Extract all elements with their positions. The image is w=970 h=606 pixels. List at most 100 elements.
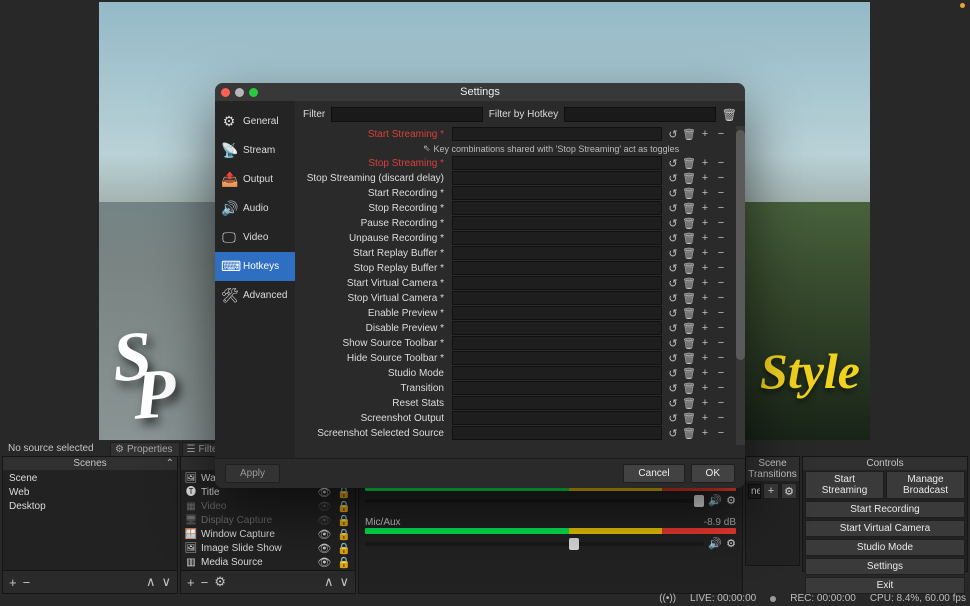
- trash-icon[interactable]: 🗑: [682, 351, 696, 365]
- category-advanced[interactable]: 🛠Advanced: [215, 281, 295, 310]
- start-recording-button[interactable]: Start Recording: [805, 501, 965, 518]
- trash-icon[interactable]: 🗑: [682, 396, 696, 410]
- visibility-icon[interactable]: 👁: [317, 542, 331, 556]
- remove-icon[interactable]: −: [714, 216, 728, 230]
- transition-select[interactable]: ne: [748, 484, 761, 499]
- add-icon[interactable]: +: [698, 291, 712, 305]
- add-icon[interactable]: +: [698, 411, 712, 425]
- remove-icon[interactable]: −: [23, 575, 31, 590]
- trash-icon[interactable]: 🗑: [682, 186, 696, 200]
- category-audio[interactable]: 🔊Audio: [215, 194, 295, 223]
- mute-icon[interactable]: 🔊: [708, 494, 722, 507]
- hotkey-input[interactable]: [452, 426, 662, 440]
- remove-icon[interactable]: −: [714, 291, 728, 305]
- hotkey-input[interactable]: [452, 261, 662, 275]
- add-icon[interactable]: +: [698, 426, 712, 440]
- slider-thumb[interactable]: [569, 538, 579, 550]
- settings-button[interactable]: Settings: [805, 558, 965, 575]
- category-hotkeys[interactable]: ⌨Hotkeys: [215, 252, 295, 281]
- gear-icon[interactable]: ⚙: [781, 483, 797, 499]
- add-icon[interactable]: +: [698, 216, 712, 230]
- remove-icon[interactable]: −: [714, 321, 728, 335]
- hotkey-input[interactable]: [452, 201, 662, 215]
- hotkey-input[interactable]: [452, 246, 662, 260]
- add-icon[interactable]: +: [187, 575, 195, 590]
- trash-icon[interactable]: 🗑: [682, 246, 696, 260]
- trash-icon[interactable]: 🗑: [722, 108, 737, 122]
- remove-icon[interactable]: −: [714, 246, 728, 260]
- undo-icon[interactable]: ↺: [666, 366, 680, 380]
- mute-icon[interactable]: 🔊: [708, 537, 722, 550]
- trash-icon[interactable]: 🗑: [682, 171, 696, 185]
- undo-icon[interactable]: ↺: [666, 186, 680, 200]
- add-icon[interactable]: +: [698, 156, 712, 170]
- trash-icon[interactable]: 🗑: [682, 321, 696, 335]
- add-icon[interactable]: +: [698, 381, 712, 395]
- scrollbar-thumb[interactable]: [736, 130, 745, 360]
- source-list-item[interactable]: ▦Video👁🔒: [183, 500, 353, 514]
- slider-thumb[interactable]: [694, 495, 704, 507]
- hotkey-input[interactable]: [452, 156, 662, 170]
- add-icon[interactable]: +: [698, 127, 712, 141]
- undo-icon[interactable]: ↺: [666, 306, 680, 320]
- hotkey-input[interactable]: [452, 276, 662, 290]
- add-icon[interactable]: +: [763, 483, 779, 499]
- category-video[interactable]: 🖵Video: [215, 223, 295, 252]
- hotkey-input[interactable]: [452, 321, 662, 335]
- undo-icon[interactable]: ↺: [666, 336, 680, 350]
- visibility-icon[interactable]: 👁: [317, 500, 331, 514]
- undo-icon[interactable]: ↺: [666, 156, 680, 170]
- trash-icon[interactable]: 🗑: [682, 156, 696, 170]
- gear-icon[interactable]: ⚙: [726, 494, 736, 507]
- add-icon[interactable]: +: [9, 575, 17, 590]
- add-icon[interactable]: +: [698, 171, 712, 185]
- undo-icon[interactable]: ↺: [666, 171, 680, 185]
- cancel-button[interactable]: Cancel: [623, 464, 684, 483]
- add-icon[interactable]: +: [698, 261, 712, 275]
- move-up-icon[interactable]: ∧: [324, 574, 334, 590]
- hotkey-input[interactable]: [452, 351, 662, 365]
- source-list-item[interactable]: 🖼Image Slide Show👁🔒: [183, 542, 353, 556]
- trash-icon[interactable]: 🗑: [682, 366, 696, 380]
- lock-icon[interactable]: 🔒: [337, 556, 351, 570]
- visibility-icon[interactable]: 👁: [317, 556, 331, 570]
- source-list-item[interactable]: 🅣Title👁🔒: [183, 486, 353, 500]
- add-icon[interactable]: +: [698, 186, 712, 200]
- add-icon[interactable]: +: [698, 231, 712, 245]
- remove-icon[interactable]: −: [714, 336, 728, 350]
- trash-icon[interactable]: 🗑: [682, 201, 696, 215]
- lock-icon[interactable]: 🔒: [337, 500, 351, 514]
- move-down-icon[interactable]: ∨: [161, 574, 171, 590]
- remove-icon[interactable]: −: [714, 276, 728, 290]
- remove-icon[interactable]: −: [714, 127, 728, 141]
- undo-icon[interactable]: ↺: [666, 201, 680, 215]
- gear-icon[interactable]: ⚙: [726, 537, 736, 550]
- add-icon[interactable]: +: [698, 201, 712, 215]
- lock-icon[interactable]: 🔒: [337, 542, 351, 556]
- remove-icon[interactable]: −: [714, 306, 728, 320]
- undo-icon[interactable]: ↺: [666, 216, 680, 230]
- hotkey-input[interactable]: [452, 127, 662, 141]
- undo-icon[interactable]: ↺: [666, 276, 680, 290]
- hotkey-input[interactable]: [452, 381, 662, 395]
- trash-icon[interactable]: 🗑: [682, 426, 696, 440]
- remove-icon[interactable]: −: [714, 201, 728, 215]
- scene-list-item[interactable]: Web: [5, 486, 175, 500]
- remove-icon[interactable]: −: [714, 366, 728, 380]
- trash-icon[interactable]: 🗑: [682, 216, 696, 230]
- gear-icon[interactable]: ⚙: [214, 574, 226, 590]
- trash-icon[interactable]: 🗑: [682, 411, 696, 425]
- hotkey-input[interactable]: [452, 336, 662, 350]
- hotkey-input[interactable]: [452, 396, 662, 410]
- start-virtual-camera-button[interactable]: Start Virtual Camera: [805, 520, 965, 537]
- source-list-item[interactable]: 🖥Display Capture👁🔒: [183, 514, 353, 528]
- trash-icon[interactable]: 🗑: [682, 276, 696, 290]
- remove-icon[interactable]: −: [714, 261, 728, 275]
- manage-broadcast-button[interactable]: Manage Broadcast: [886, 471, 965, 499]
- hotkey-input[interactable]: [452, 171, 662, 185]
- remove-icon[interactable]: −: [714, 381, 728, 395]
- undo-icon[interactable]: ↺: [666, 261, 680, 275]
- visibility-icon[interactable]: 👁: [317, 528, 331, 542]
- hotkey-input[interactable]: [452, 231, 662, 245]
- hotkey-scrollbar[interactable]: [736, 126, 745, 445]
